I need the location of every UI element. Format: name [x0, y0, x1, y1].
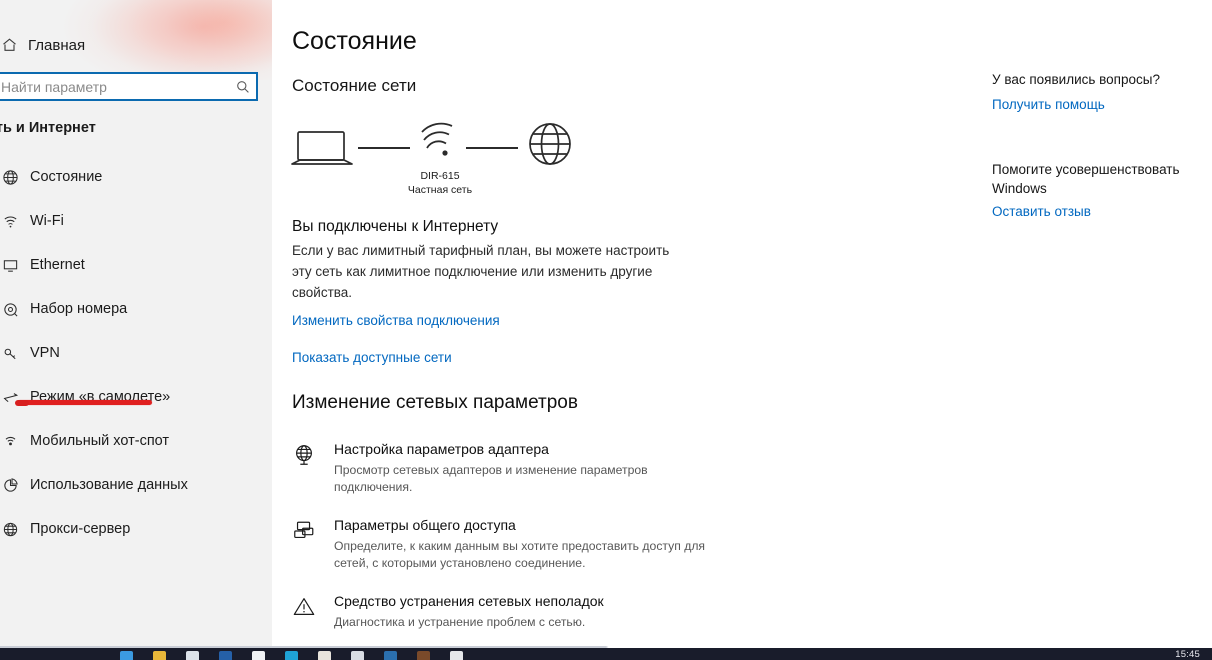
network-type-label: Частная сеть	[407, 184, 473, 196]
windows-taskbar: 15:45	[0, 648, 1212, 660]
sidebar-nav-list: Состояние Wi-Fi Ethernet Набор номера VP…	[0, 155, 272, 551]
hotspot-icon	[0, 433, 19, 450]
adapter-globe-icon	[292, 440, 334, 500]
taskbar-app-icon[interactable]	[252, 651, 265, 660]
wifi-icon	[0, 213, 19, 230]
settings-window: Главная еть и Интернет	[0, 0, 1212, 660]
setting-text-block: Средство устранения сетевых неполадок Ди…	[334, 592, 742, 648]
change-network-settings-heading: Изменение сетевых параметров	[292, 392, 578, 413]
warning-triangle-icon	[292, 592, 334, 648]
setting-title: Настройка параметров адаптера	[334, 441, 549, 457]
sidebar-item-mobile-hotspot[interactable]: Мобильный хот-спот	[0, 419, 272, 463]
sidebar-item-wifi[interactable]: Wi-Fi	[0, 199, 272, 243]
data-usage-icon	[0, 477, 19, 494]
setting-title: Параметры общего доступа	[334, 517, 516, 533]
taskbar-app-icon[interactable]	[153, 651, 166, 660]
network-settings-list: Настройка параметров адаптера Просмотр с…	[292, 440, 742, 648]
taskbar-app-icon[interactable]	[450, 651, 463, 660]
taskbar-app-icon[interactable]	[186, 651, 199, 660]
taskbar-clock[interactable]: 15:45	[1175, 649, 1200, 660]
sidebar-item-label: Прокси-сервер	[30, 521, 131, 537]
diagram-connector-right	[466, 147, 518, 149]
sidebar-item-label: Мобильный хот-спот	[30, 433, 170, 449]
taskbar-app-icon[interactable]	[318, 651, 331, 660]
help-heading: У вас появились вопросы?	[992, 72, 1160, 87]
taskbar-app-icon[interactable]	[120, 651, 133, 660]
sidebar-item-ethernet[interactable]: Ethernet	[0, 243, 272, 287]
sidebar-item-home[interactable]: Главная	[0, 30, 272, 60]
taskbar-app-icon[interactable]	[384, 651, 397, 660]
show-available-networks-link[interactable]: Показать доступные сети	[292, 350, 452, 365]
sidebar-item-label: Wi-Fi	[30, 213, 64, 229]
setting-description: Диагностика и устранение проблем с сетью…	[334, 615, 586, 629]
sidebar-section-header: еть и Интернет	[0, 120, 96, 136]
get-help-link[interactable]: Получить помощь	[992, 97, 1105, 112]
network-status-heading: Состояние сети	[292, 76, 417, 95]
sidebar-item-label: Режим «в самолете»	[30, 389, 171, 405]
sidebar-home-label: Главная	[28, 36, 86, 54]
setting-adapter-options[interactable]: Настройка параметров адаптера Просмотр с…	[292, 440, 742, 500]
sidebar-item-label: Ethernet	[30, 257, 85, 273]
dialup-icon	[0, 301, 19, 318]
page-title: Состояние	[292, 27, 417, 55]
sidebar-item-label: Использование данных	[30, 477, 188, 493]
settings-sidebar: Главная еть и Интернет	[0, 0, 272, 648]
connection-status-description: Если у вас лимитный тарифный план, вы мо…	[292, 243, 670, 300]
airplane-icon	[0, 389, 19, 406]
home-icon	[0, 35, 18, 55]
search-input[interactable]	[0, 78, 230, 95]
diagram-connector-left	[358, 147, 410, 149]
taskbar-app-icon[interactable]	[417, 651, 430, 660]
search-icon[interactable]	[230, 80, 256, 94]
settings-right-panel: У вас появились вопросы? Получить помощь…	[992, 0, 1212, 648]
taskbar-app-icon[interactable]	[219, 651, 232, 660]
globe-icon	[526, 120, 574, 173]
sidebar-item-vpn[interactable]: VPN	[0, 331, 272, 375]
sidebar-item-data-usage[interactable]: Использование данных	[0, 463, 272, 507]
setting-sharing-options[interactable]: Параметры общего доступа Определите, к к…	[292, 516, 742, 576]
sidebar-item-label: Набор номера	[30, 301, 128, 317]
taskbar-icon-strip[interactable]	[0, 648, 483, 660]
sidebar-item-dialup[interactable]: Набор номера	[0, 287, 272, 331]
vpn-key-icon	[0, 345, 19, 362]
connection-status-title: Вы подключены к Интернету	[292, 218, 499, 235]
sidebar-item-airplane-mode[interactable]: Режим «в самолете»	[0, 375, 272, 419]
proxy-globe-icon	[0, 521, 19, 538]
give-feedback-link[interactable]: Оставить отзыв	[992, 204, 1091, 219]
feedback-heading: Помогите усовершенствовать Windows	[992, 162, 1180, 196]
setting-network-troubleshooter[interactable]: Средство устранения сетевых неполадок Ди…	[292, 592, 742, 648]
sidebar-item-label: Состояние	[30, 169, 103, 185]
sharing-icon	[292, 516, 334, 576]
network-status-diagram: DIR-615 Частная сеть	[290, 120, 590, 198]
taskbar-app-icon[interactable]	[351, 651, 364, 660]
setting-text-block: Настройка параметров адаптера Просмотр с…	[334, 440, 742, 500]
setting-description: Определите, к каким данным вы хотите пре…	[334, 539, 706, 570]
sidebar-item-proxy[interactable]: Прокси-сервер	[0, 507, 272, 551]
status-globe-icon	[0, 169, 19, 186]
taskbar-app-icon[interactable]	[285, 651, 298, 660]
change-connection-properties-link[interactable]: Изменить свойства подключения	[292, 313, 500, 328]
wifi-signal-icon	[414, 122, 460, 173]
laptop-icon	[290, 128, 354, 173]
network-name-label: DIR-615	[420, 170, 460, 182]
sidebar-item-status[interactable]: Состояние	[0, 155, 272, 199]
setting-title: Средство устранения сетевых неполадок	[334, 593, 604, 609]
ethernet-icon	[0, 257, 19, 274]
setting-text-block: Параметры общего доступа Определите, к к…	[334, 516, 742, 576]
setting-description: Просмотр сетевых адаптеров и изменение п…	[334, 463, 648, 494]
sidebar-item-label: VPN	[30, 345, 60, 361]
settings-search-box[interactable]	[0, 72, 258, 101]
